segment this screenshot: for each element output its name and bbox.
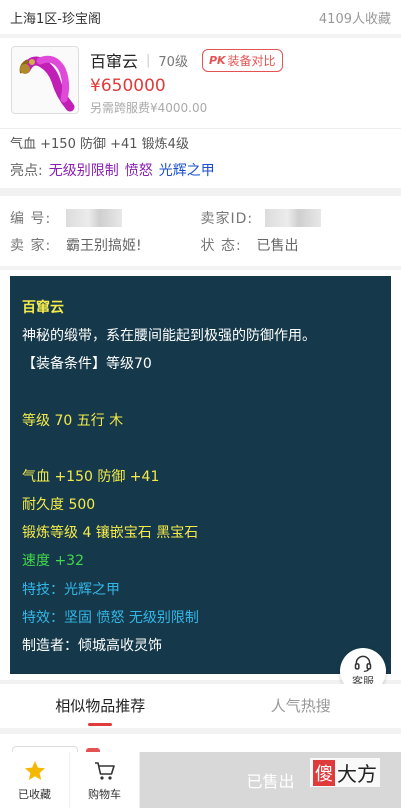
cross-server-fee: 另需跨服费¥4000.00 <box>90 101 208 115</box>
highlight-label: 亮点: <box>10 163 43 179</box>
seller-name: 霸王别搞姬! <box>66 237 142 254</box>
watermark-text: 大方 <box>337 762 377 786</box>
highlights-row: 亮点: 无级别限制 愤怒 光辉之甲 <box>10 160 391 180</box>
watermark: 傻 大方 <box>310 758 380 787</box>
cart-label: 购物车 <box>88 787 121 801</box>
item-image[interactable] <box>11 46 79 114</box>
divider: | <box>146 52 151 68</box>
attribute-summary: 气血 +150 防御 +41 锻炼4级 <box>10 137 189 152</box>
trade-meta: 编 号: 卖家ID: 卖 家: 霸王别搞姬! 状 态: 已售出 <box>0 196 401 266</box>
highlight-tag: 光辉之甲 <box>158 163 215 179</box>
top-bar: 上海1区-珍宝阁 4109人收藏 <box>0 0 401 34</box>
desc-speed: 速度 +32 <box>22 553 84 570</box>
desc-effects: 特效：坚固 愤怒 无级别限制 <box>22 609 199 626</box>
desc-level-element: 等级 70 五行 木 <box>22 412 124 429</box>
server-name: 上海1区-珍宝阁 <box>10 11 101 27</box>
desc-skill: 特技：光辉之甲 <box>22 581 120 598</box>
sash-icon <box>19 55 75 112</box>
highlight-tag: 愤怒 <box>124 163 153 179</box>
favorite-label: 已收藏 <box>18 787 51 801</box>
compare-label: 装备对比 <box>227 53 276 68</box>
desc-maker: 制造者：倾城高收灵饰 <box>22 638 162 655</box>
redacted-seller-id <box>264 208 321 227</box>
compare-button[interactable]: PK 装备对比 <box>201 48 283 72</box>
recommend-tabs: 相似物品推荐 人气热搜 <box>0 684 401 728</box>
tab-similar[interactable]: 相似物品推荐 <box>0 684 201 728</box>
watermark-badge: 傻 <box>313 759 335 786</box>
item-name: 百窜云 <box>90 52 139 71</box>
item-card: 百窜云 | 70级 PK 装备对比 ¥650000 另需跨服费¥4000.00 <box>0 38 401 128</box>
status-value: 已售出 <box>256 237 299 254</box>
status-label: 状 态: <box>200 237 242 254</box>
highlight-tag: 无级别限制 <box>48 163 119 179</box>
favorite-button[interactable]: 已收藏 <box>0 752 70 808</box>
desc-flavor: 神秘的缎带，系在腰间能起到极强的防御作用。 <box>22 328 316 345</box>
desc-stats: 气血 +150 防御 +41 <box>22 468 160 485</box>
attributes-section: 气血 +150 防御 +41 锻炼4级 亮点: 无级别限制 愤怒 光辉之甲 <box>0 128 401 188</box>
description-panel: 百窜云 神秘的缎带，系在腰间能起到极强的防御作用。 【装备条件】等级70 等级 … <box>0 270 401 680</box>
cart-button[interactable]: 购物车 <box>70 752 140 808</box>
desc-durability: 耐久度 500 <box>22 497 96 514</box>
id-label: 编 号: <box>10 210 52 227</box>
redacted-id <box>66 208 122 227</box>
favorite-count: 4109人收藏 <box>318 11 391 27</box>
desc-requirement: 【装备条件】等级70 <box>22 356 152 373</box>
star-icon <box>24 760 45 780</box>
seller-id-label: 卖家ID: <box>200 210 254 227</box>
cart-icon <box>94 761 115 780</box>
desc-title: 百窜云 <box>22 300 64 316</box>
seller-label: 卖 家: <box>10 237 52 254</box>
item-price: ¥650000 <box>90 76 166 96</box>
desc-forge: 锻炼等级 4 镶嵌宝石 黑宝石 <box>22 525 199 542</box>
item-description: 百窜云 神秘的缎带，系在腰间能起到极强的防御作用。 【装备条件】等级70 等级 … <box>10 276 391 674</box>
item-level: 70级 <box>158 54 188 70</box>
headset-icon <box>354 655 372 672</box>
pk-icon: PK <box>208 53 226 67</box>
tab-hot[interactable]: 人气热搜 <box>201 684 401 728</box>
